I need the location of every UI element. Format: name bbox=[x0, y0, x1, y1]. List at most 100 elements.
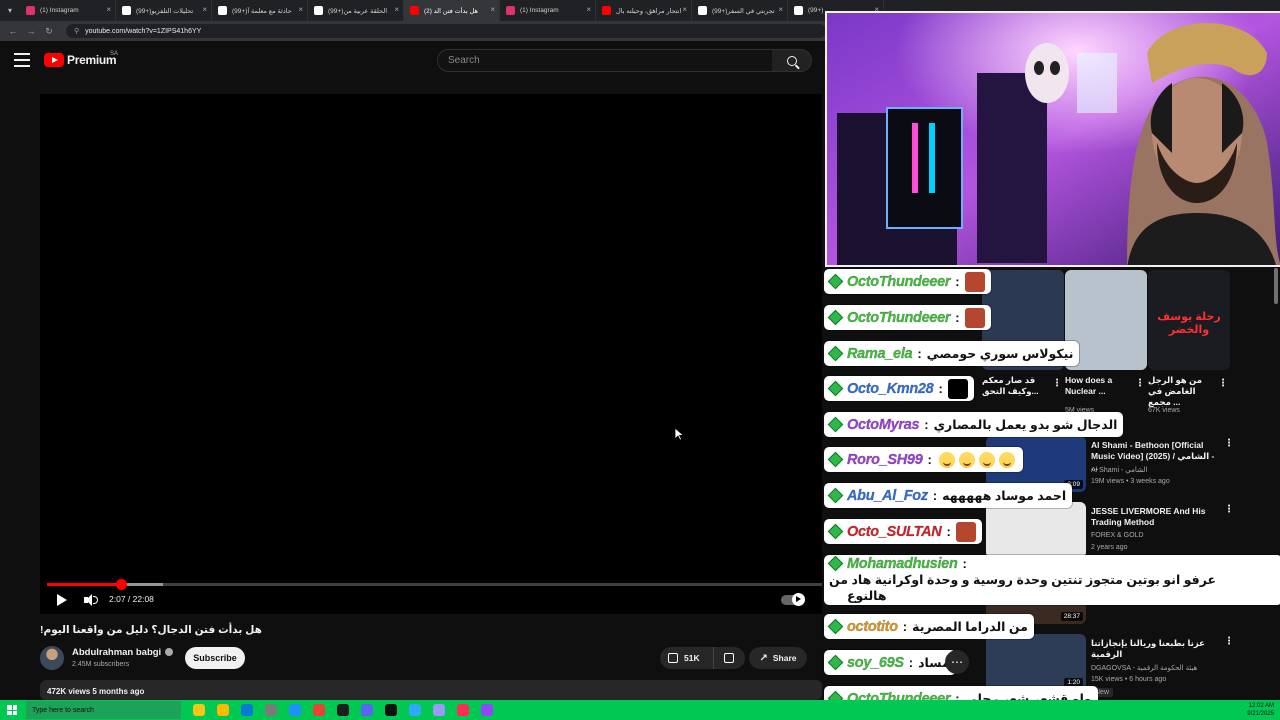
tab-close-icon[interactable]: × bbox=[490, 5, 495, 14]
share-button[interactable]: ↗ Share bbox=[749, 647, 807, 669]
obs-icon[interactable] bbox=[337, 704, 349, 716]
browser-tab[interactable]: (99+)تحليلات التلفزيو × bbox=[116, 0, 212, 21]
subscriber-badge-icon bbox=[827, 380, 844, 397]
chat-username: OctoMyras bbox=[847, 416, 920, 433]
chat-message: OctoMyras: الدجال شو بدو يعمل بالمصاري bbox=[824, 412, 1124, 437]
browser-tab[interactable]: (2) هل بدأت فتن الد × bbox=[404, 0, 500, 21]
tiktok-icon[interactable] bbox=[457, 704, 469, 716]
subscriber-badge-icon bbox=[827, 309, 844, 326]
forward-icon[interactable]: → bbox=[22, 22, 40, 40]
volume-icon[interactable] bbox=[83, 593, 98, 607]
tab-close-icon[interactable]: × bbox=[106, 5, 111, 14]
channel-avatar[interactable] bbox=[40, 646, 64, 670]
video-title: هل بدأت فتن الدجال؟ دليل من واقعنا اليوم… bbox=[40, 624, 262, 636]
taskbar-search-input[interactable]: Type here to search bbox=[26, 701, 181, 719]
task-view-icon[interactable] bbox=[193, 704, 205, 716]
browser-tab[interactable]: (1) Instagram × bbox=[20, 0, 116, 21]
channel-name[interactable]: Abdulrahman babgi bbox=[72, 647, 161, 658]
tab-title: (1) Instagram bbox=[520, 7, 559, 14]
chat-separator: : bbox=[955, 274, 960, 289]
play-icon[interactable] bbox=[55, 593, 69, 607]
tab-close-icon[interactable]: × bbox=[202, 5, 207, 14]
subscriber-badge-icon bbox=[827, 654, 844, 671]
subscriber-badge-icon bbox=[827, 416, 844, 433]
mouse-cursor-icon bbox=[675, 428, 684, 441]
progress-fill bbox=[47, 583, 122, 586]
search-input[interactable]: Search bbox=[437, 49, 773, 72]
premiere-icon[interactable] bbox=[433, 704, 445, 716]
chat-text: من الدراما المصرية bbox=[912, 620, 1028, 634]
subscriber-badge-icon bbox=[827, 523, 844, 540]
chat-emote-icon bbox=[964, 307, 985, 328]
thumbs-down-icon bbox=[724, 653, 734, 663]
url-field[interactable]: ⚲ youtube.com/watch?v=1ZIPS41h6YY bbox=[66, 24, 826, 38]
store-icon[interactable] bbox=[265, 704, 277, 716]
browser-tab[interactable]: (99+)حادثة مع معلمة آ × bbox=[212, 0, 308, 21]
chrome-icon[interactable] bbox=[313, 704, 325, 716]
youtube-play-icon bbox=[44, 53, 64, 67]
windows-start-icon[interactable] bbox=[4, 702, 20, 718]
twitch-icon[interactable] bbox=[481, 704, 493, 716]
more-options-icon[interactable]: ⋯ bbox=[945, 650, 969, 674]
subscriber-count: 2.45M subscribers bbox=[72, 661, 130, 668]
chat-separator: : bbox=[955, 310, 960, 325]
chat-username: OctoThundeeer bbox=[847, 273, 951, 290]
search-button[interactable] bbox=[772, 49, 812, 72]
system-clock[interactable]: 12:02 AM 9/21/2025 bbox=[1247, 702, 1274, 718]
description-box[interactable] bbox=[40, 680, 822, 700]
photoshop-icon[interactable] bbox=[409, 704, 421, 716]
search-placeholder: Search bbox=[448, 55, 480, 66]
browser-tab[interactable]: (99+)تجربتي في السفر × bbox=[692, 0, 788, 21]
dislike-button[interactable] bbox=[714, 647, 744, 669]
youtube-header: Premium SA Search bbox=[0, 41, 822, 81]
tab-title: (99+)تحليلات التلفزيو bbox=[136, 7, 194, 15]
autoplay-toggle[interactable] bbox=[781, 593, 805, 606]
site-info-icon[interactable]: ⚲ bbox=[74, 27, 79, 35]
chat-username: Rama_ela bbox=[847, 345, 913, 362]
time-display: 2:07 / 22:08 bbox=[109, 594, 154, 604]
discord-icon[interactable] bbox=[361, 704, 373, 716]
browser-tab[interactable]: (1) Instagram × bbox=[500, 0, 596, 21]
tab-title: (99+)الحلقة عربية من bbox=[328, 7, 388, 15]
url-text: youtube.com/watch?v=1ZIPS41h6YY bbox=[85, 27, 202, 35]
browser-tab[interactable]: انتحار مراهق، وحيلته بال × bbox=[596, 0, 692, 21]
tab-close-icon[interactable]: × bbox=[682, 5, 687, 14]
chat-username: Octo_SULTAN bbox=[847, 523, 942, 540]
chat-username: Roro_SH99 bbox=[847, 451, 923, 468]
clock-date: 9/21/2025 bbox=[1247, 711, 1274, 717]
chat-text: عرفو انو بوتين متجوز تنتين وحدة روسية و … bbox=[829, 572, 1217, 587]
tab-search-icon[interactable]: ▾ bbox=[0, 0, 20, 21]
tab-close-icon[interactable]: × bbox=[586, 5, 591, 14]
channel-name-wrap[interactable]: Abdulrahman babgi bbox=[72, 647, 174, 658]
verified-icon bbox=[165, 648, 174, 656]
tab-title: (2) هل بدأت فتن الد bbox=[424, 7, 478, 15]
file-explorer-icon[interactable] bbox=[217, 704, 229, 716]
progress-bar[interactable] bbox=[47, 579, 822, 590]
browser-tab[interactable]: (99+)الحلقة عربية من × bbox=[308, 0, 404, 21]
tab-title: انتحار مراهق، وحيلته بال bbox=[616, 7, 682, 15]
back-icon[interactable]: ← bbox=[4, 22, 22, 40]
menu-icon[interactable] bbox=[14, 53, 30, 67]
tab-favicon-icon bbox=[314, 6, 323, 15]
chat-username: octotito bbox=[847, 618, 898, 635]
subscribe-button[interactable]: Subscribe bbox=[185, 647, 245, 669]
tab-close-icon[interactable]: × bbox=[778, 5, 783, 14]
tab-close-icon[interactable]: × bbox=[298, 5, 303, 14]
streamer-webcam bbox=[825, 11, 1280, 267]
edge-icon[interactable] bbox=[241, 704, 253, 716]
chat-separator: : bbox=[924, 417, 929, 432]
mail-icon[interactable] bbox=[289, 704, 301, 716]
laughing-emoji-icon bbox=[998, 451, 1015, 468]
youtube-logo[interactable]: Premium bbox=[44, 53, 117, 67]
like-button[interactable]: 51K bbox=[660, 647, 714, 669]
tab-favicon-icon bbox=[698, 6, 707, 15]
region-code: SA bbox=[110, 51, 119, 57]
reload-icon[interactable]: ↻ bbox=[40, 22, 58, 40]
video-player[interactable]: 2:07 / 22:08 bbox=[40, 94, 822, 614]
like-count: 51K bbox=[684, 653, 700, 663]
taskbar-pinned-apps bbox=[187, 704, 499, 716]
tab-close-icon[interactable]: × bbox=[394, 5, 399, 14]
chat-emote-icon bbox=[955, 521, 976, 542]
app-icon[interactable] bbox=[385, 704, 397, 716]
scrubber-handle[interactable] bbox=[116, 579, 128, 590]
